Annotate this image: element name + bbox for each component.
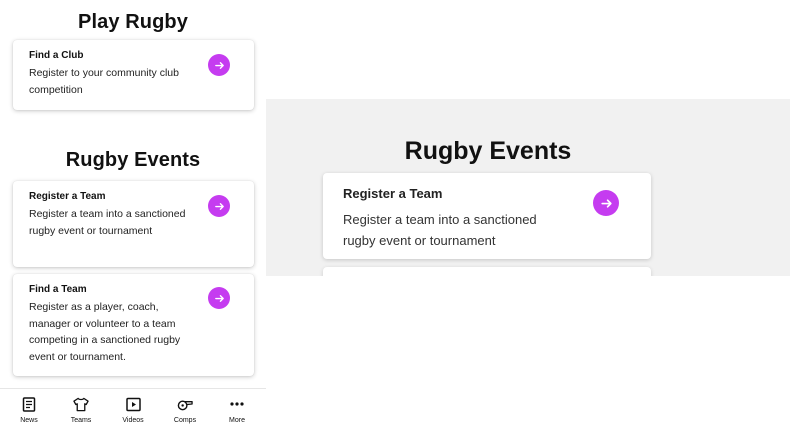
arrow-right-icon (214, 294, 224, 302)
whistle-icon (177, 396, 193, 412)
arrow-right-button[interactable] (208, 195, 230, 217)
arrow-right-icon (214, 61, 224, 69)
zoom-section-title: Rugby Events (404, 137, 572, 165)
tab-label: News (20, 417, 38, 424)
section-title-rugby-events: Rugby Events (65, 149, 201, 171)
card-description: Register to your community club competit… (29, 67, 179, 96)
arrow-right-icon (214, 202, 224, 210)
tab-label: More (229, 417, 245, 424)
card-title: Register a Team (343, 186, 443, 201)
register-a-team-card[interactable]: Register a Team Register a team into a s… (13, 181, 254, 267)
card-description: Register as a player, coach, manager or … (29, 301, 181, 363)
tab-label: Videos (122, 417, 144, 424)
tab-more[interactable]: More (212, 389, 262, 425)
section-title-play-rugby: Play Rugby (78, 11, 188, 33)
tab-teams[interactable]: Teams (56, 389, 106, 425)
zoom-register-a-team-card[interactable]: Register a Team Register a team into a s… (323, 173, 651, 259)
tab-label: Comps (173, 417, 197, 424)
find-a-team-card[interactable]: Find a Team Register as a player, coach,… (13, 274, 254, 376)
more-dots-icon (229, 396, 245, 412)
arrow-right-icon (600, 198, 612, 208)
arrow-right-button[interactable] (208, 54, 230, 76)
tab-news[interactable]: News (4, 389, 54, 425)
card-title: Register a Team (29, 191, 106, 202)
zoomed-detail-panel: Rugby Events Register a Team Register a … (266, 99, 790, 276)
arrow-right-button[interactable] (208, 287, 230, 309)
mobile-screen: Play Rugby Find a Club Register to your … (0, 0, 266, 425)
find-a-club-card[interactable]: Find a Club Register to your community c… (13, 40, 254, 110)
card-description: Register a team into a sanctioned rugby … (343, 212, 537, 248)
news-icon (21, 396, 37, 412)
tab-label: Teams (70, 417, 92, 424)
bottom-tab-bar: News Teams Videos Comps More (0, 388, 266, 425)
video-icon (125, 396, 141, 412)
arrow-right-button[interactable] (593, 190, 619, 216)
card-description: Register a team into a sanctioned rugby … (29, 208, 186, 237)
zoom-next-card-partial (323, 267, 651, 276)
card-title: Find a Club (29, 50, 84, 61)
tab-videos[interactable]: Videos (108, 389, 158, 425)
jersey-icon (73, 396, 89, 412)
tab-comps[interactable]: Comps (160, 389, 210, 425)
card-title: Find a Team (29, 284, 87, 295)
